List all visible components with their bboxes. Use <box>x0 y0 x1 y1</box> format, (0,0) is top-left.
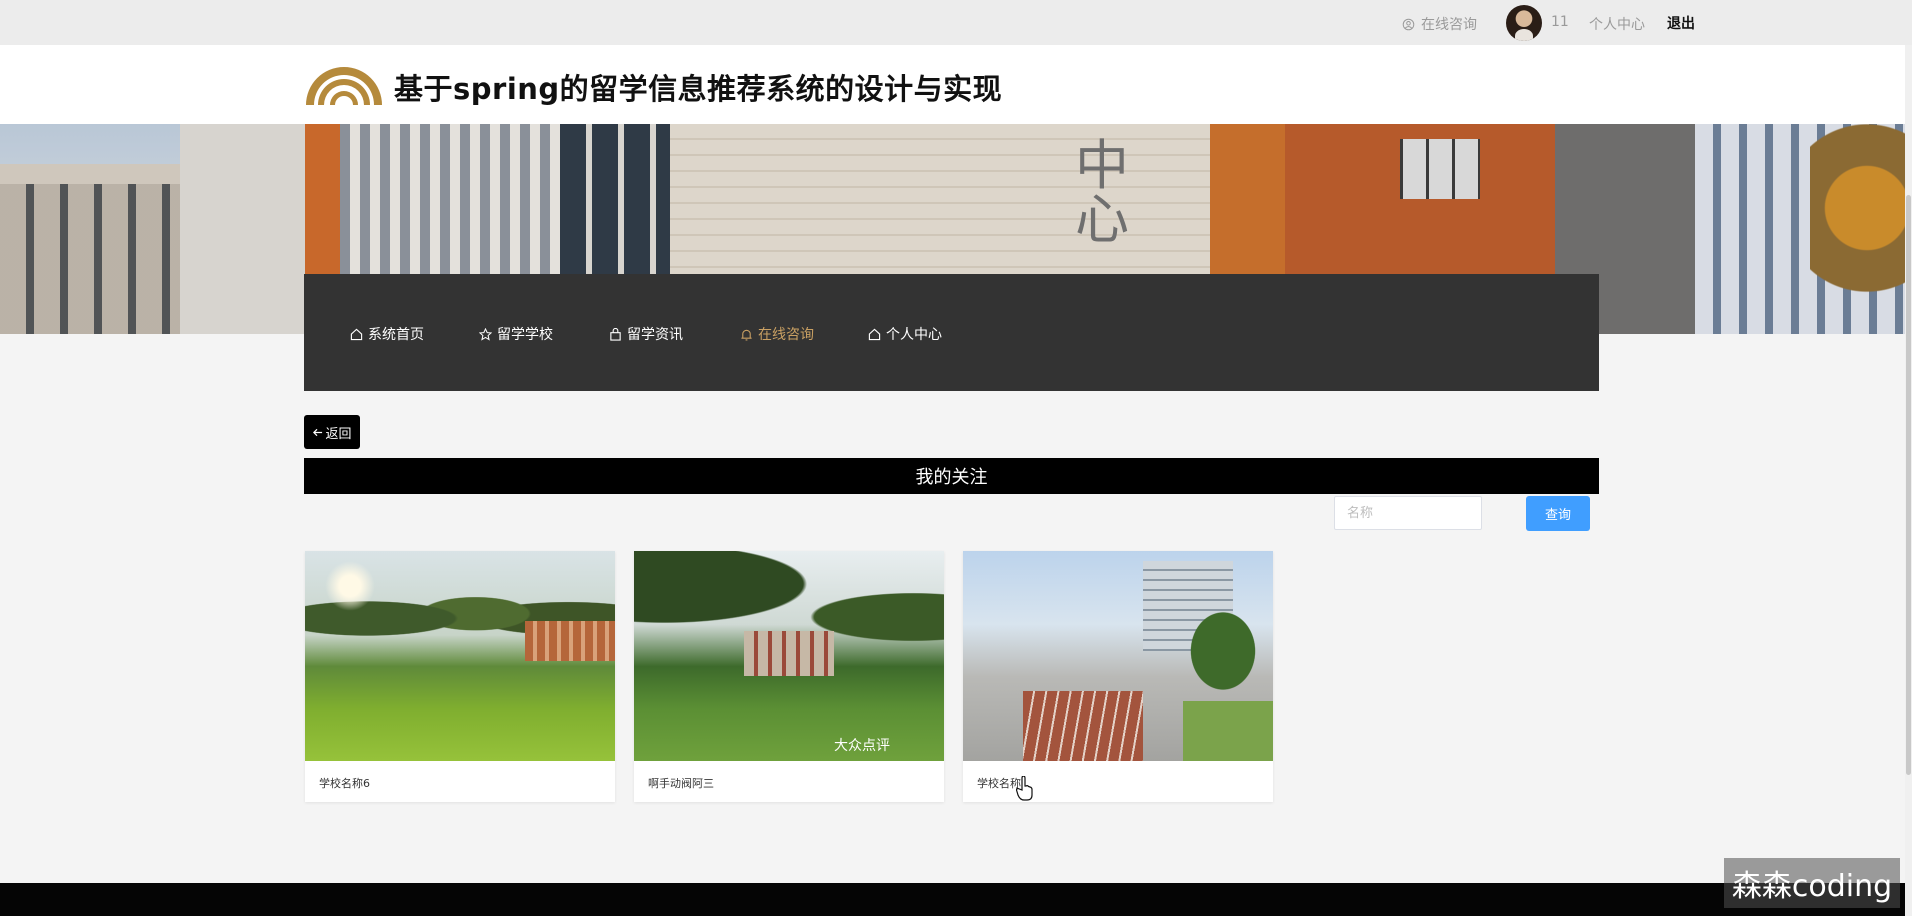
avatar[interactable] <box>1506 5 1542 41</box>
nav-item-consult[interactable]: 在线咨询 <box>740 324 814 344</box>
nav-label: 在线咨询 <box>758 327 814 343</box>
scrollbar-thumb[interactable] <box>1906 195 1911 775</box>
top-consult-label: 在线咨询 <box>1421 17 1477 33</box>
nav-item-personal-center[interactable]: 个人中心 <box>868 324 942 344</box>
image-watermark: 大众点评 <box>834 738 890 754</box>
footer <box>0 883 1912 916</box>
star-icon <box>479 327 492 341</box>
search-button[interactable]: 查询 <box>1526 496 1590 531</box>
nav-label: 个人中心 <box>886 327 942 343</box>
hand-cursor-icon <box>1016 776 1033 801</box>
back-button[interactable]: 返回 <box>304 415 360 449</box>
watermark: 森森coding <box>1724 858 1900 908</box>
scrollbar[interactable] <box>1905 45 1912 916</box>
school-card[interactable]: 学校名称1 <box>963 551 1273 802</box>
school-name: 学校名称6 <box>319 777 370 790</box>
nav-label: 系统首页 <box>368 327 424 343</box>
main-nav: 系统首页 留学学校 留学资讯 在线咨询 个人中心 <box>304 274 1599 391</box>
top-consult-link[interactable]: 在线咨询 <box>1402 14 1477 34</box>
user-circle-icon <box>1402 18 1415 30</box>
nav-item-home[interactable]: 系统首页 <box>350 324 424 344</box>
bell-icon <box>741 329 752 340</box>
site-title: 基于spring的留学信息推荐系统的设计与实现 <box>394 72 1003 106</box>
site-logo-icon <box>306 67 382 105</box>
nav-label: 留学学校 <box>497 327 553 343</box>
school-card[interactable]: 大众点评 啊手动阀阿三 <box>634 551 944 802</box>
home-icon <box>350 328 363 340</box>
school-image <box>963 551 1273 761</box>
site-header: 基于spring的留学信息推荐系统的设计与实现 <box>0 45 1905 124</box>
section-title: 我的关注 <box>304 458 1599 494</box>
school-card[interactable]: 学校名称6 <box>305 551 615 802</box>
school-image <box>305 551 615 761</box>
bag-icon <box>610 327 621 341</box>
school-name: 啊手动阀阿三 <box>648 777 714 790</box>
home-icon <box>868 328 881 340</box>
top-utility-bar: 在线咨询 11 个人中心 退出 <box>0 0 1912 45</box>
nav-label: 留学资讯 <box>627 327 683 343</box>
name-search-input[interactable] <box>1334 496 1482 530</box>
logout-link[interactable]: 退出 <box>1667 13 1695 33</box>
nav-item-news[interactable]: 留学资讯 <box>609 324 683 344</box>
nav-item-schools[interactable]: 留学学校 <box>479 324 553 344</box>
arrow-left-icon <box>313 428 323 436</box>
back-label: 返回 <box>325 426 352 442</box>
top-personal-center-link[interactable]: 个人中心 <box>1589 14 1645 34</box>
username: 11 <box>1551 14 1569 30</box>
school-image: 大众点评 <box>634 551 944 761</box>
